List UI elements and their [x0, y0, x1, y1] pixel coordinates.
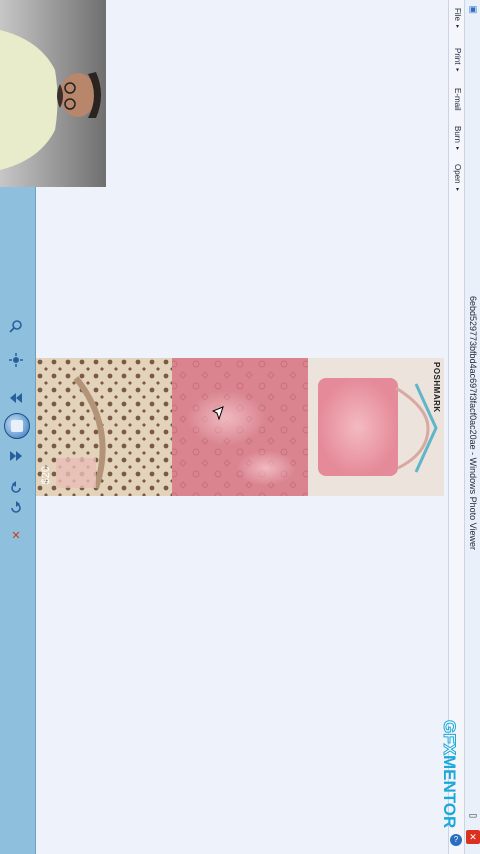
- delete-icon[interactable]: ✕: [8, 528, 24, 544]
- mouse-cursor-icon: [211, 406, 224, 425]
- menu-burn[interactable]: Burn ▾: [449, 126, 465, 152]
- maximize-icon[interactable]: ▭: [466, 808, 480, 822]
- help-icon[interactable]: ?: [450, 834, 462, 846]
- watermark-part2: MENTOR: [440, 754, 459, 829]
- actual-size-icon[interactable]: [8, 352, 24, 368]
- poshmark-logo-text: POSHMARK: [432, 362, 441, 413]
- watermark-part1: GFX: [440, 720, 460, 756]
- menu-email[interactable]: E-mail: [449, 88, 465, 111]
- menu-print[interactable]: Print ▾: [449, 48, 465, 74]
- close-button[interactable]: ✕: [466, 830, 480, 844]
- next-icon[interactable]: [8, 448, 24, 464]
- previous-icon[interactable]: [8, 390, 24, 406]
- photo-viewer-app-icon: ▣: [468, 4, 478, 14]
- webcam-overlay: [0, 0, 106, 187]
- rotate-counterclockwise-icon[interactable]: [8, 480, 24, 496]
- title-bar: ▣ 6ebd529773bfbd4ac697f3facf0ac20ae - Wi…: [464, 0, 480, 854]
- window-title: 6ebd529773bfbd4ac697f3facf0ac20ae - Wind…: [468, 296, 478, 551]
- menu-file[interactable]: File ▾: [449, 8, 465, 30]
- zoom-icon[interactable]: [8, 318, 24, 334]
- photo-image: [36, 358, 444, 496]
- price-label: $20: [40, 466, 52, 485]
- play-slideshow-button[interactable]: [4, 413, 30, 439]
- menu-open[interactable]: Open ▾: [449, 164, 465, 193]
- rotate-clockwise-icon[interactable]: [8, 500, 24, 516]
- gfxmentor-watermark: GFXMENTOR: [438, 720, 460, 830]
